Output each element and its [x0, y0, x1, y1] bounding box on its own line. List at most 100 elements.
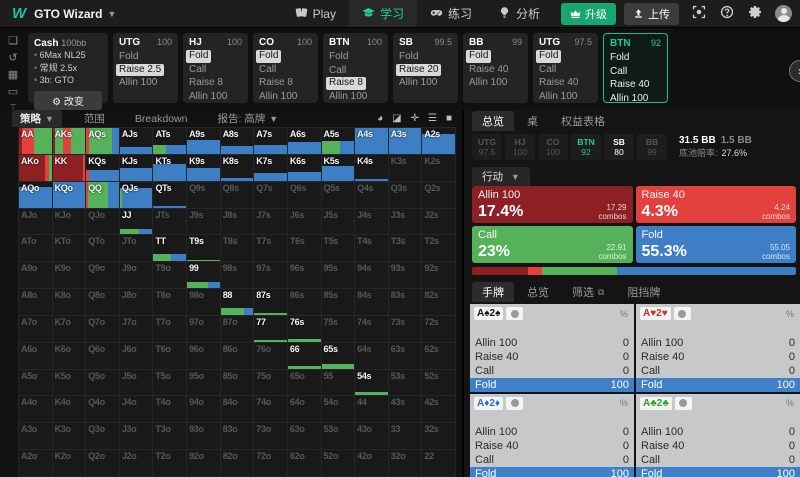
history-box-co[interactable]: CO100FoldCallRaise 8Allin 100 [253, 33, 318, 103]
matrix-cell-J5s[interactable]: J5s [322, 209, 355, 235]
matrix-cell-88[interactable]: 88 [221, 289, 254, 315]
save-icon[interactable]: ▦ [8, 69, 18, 82]
overview-tab-2[interactable]: 权益表格 [551, 111, 615, 131]
matrix-cell-J4o[interactable]: J4o [120, 396, 153, 422]
matrix-cell-65s[interactable]: 65s [322, 343, 355, 369]
upload-button[interactable]: 上传 [624, 3, 679, 25]
app-title[interactable]: GTO Wizard [34, 7, 102, 21]
matrix-cell-32s[interactable]: 32s [422, 423, 455, 449]
matrix-cell-86s[interactable]: 86s [288, 289, 321, 315]
matrix-cell-75o[interactable]: 75o [254, 370, 287, 396]
matrix-cell-KTo[interactable]: KTo [53, 235, 86, 261]
matrix-cell-Q2o[interactable]: Q2o [86, 450, 119, 476]
matrix-cell-JTo[interactable]: JTo [120, 235, 153, 261]
matrix-cell-J5o[interactable]: J5o [120, 370, 153, 396]
matrix-tab-2[interactable]: Breakdown [127, 112, 196, 126]
matrix-cell-52s[interactable]: 52s [422, 370, 455, 396]
matrix-cell-43s[interactable]: 43s [389, 396, 422, 422]
action-option[interactable]: Fold [329, 51, 348, 62]
matrix-cell-J7o[interactable]: J7o [120, 316, 153, 342]
matrix-cell-85o[interactable]: 85o [221, 370, 254, 396]
matrix-cell-J7s[interactable]: J7s [254, 209, 287, 235]
position-indicator-co[interactable]: CO100 [538, 134, 568, 160]
matrix-cell-74s[interactable]: 74s [355, 316, 388, 342]
matrix-cell-82s[interactable]: 82s [422, 289, 455, 315]
square-icon[interactable]: ■ [446, 113, 452, 124]
matrix-cell-A8s[interactable]: A8s [221, 128, 254, 154]
matrix-cell-A4o[interactable]: A4o [19, 396, 52, 422]
history-box-utg[interactable]: UTG100FoldRaise 2.5Allin 100 [113, 33, 178, 103]
matrix-cell-J8o[interactable]: J8o [120, 289, 153, 315]
matrix-cell-Q8s[interactable]: Q8s [221, 182, 254, 208]
matrix-cell-99[interactable]: 99 [187, 262, 220, 288]
matrix-cell-AA[interactable]: AA [19, 128, 52, 154]
matrix-cell-T5s[interactable]: T5s [322, 235, 355, 261]
matrix-cell-A5o[interactable]: A5o [19, 370, 52, 396]
matrix-cell-Q9o[interactable]: Q9o [86, 262, 119, 288]
position-indicator-utg[interactable]: UTG97.5 [472, 134, 502, 160]
matrix-cell-72s[interactable]: 72s [422, 316, 455, 342]
matrix-cell-Q3s[interactable]: Q3s [389, 182, 422, 208]
position-indicator-hj[interactable]: HJ100 [505, 134, 535, 160]
matrix-cell-43o[interactable]: 43o [355, 423, 388, 449]
hand-tab-3[interactable]: 阻挡牌 [617, 282, 670, 302]
matrix-cell-KJs[interactable]: KJs [120, 155, 153, 181]
action-option[interactable]: Call [610, 66, 627, 77]
matrix-cell-92o[interactable]: 92o [187, 450, 220, 476]
action-option[interactable]: Raise 8 [326, 77, 366, 90]
action-option[interactable]: Allin 100 [539, 91, 577, 102]
matrix-cell-87o[interactable]: 87o [221, 316, 254, 342]
action-option[interactable]: Fold [186, 50, 211, 63]
matrix-cell-J6o[interactable]: J6o [120, 343, 153, 369]
matrix-cell-K7s[interactable]: K7s [254, 155, 287, 181]
action-option[interactable]: Fold [536, 50, 561, 63]
matrix-cell-A7o[interactable]: A7o [19, 316, 52, 342]
matrix-cell-QQ[interactable]: QQ [86, 182, 119, 208]
matrix-cell-22[interactable]: 22 [422, 450, 455, 476]
matrix-cell-K8s[interactable]: K8s [221, 155, 254, 181]
matrix-cell-55[interactable]: 55 [322, 370, 355, 396]
matrix-cell-AKs[interactable]: AKs [53, 128, 86, 154]
matrix-cell-73o[interactable]: 73o [254, 423, 287, 449]
matrix-cell-T3o[interactable]: T3o [153, 423, 186, 449]
matrix-cell-A2s[interactable]: A2s [422, 128, 455, 154]
matrix-cell-AQo[interactable]: AQo [19, 182, 52, 208]
matrix-cell-J4s[interactable]: J4s [355, 209, 388, 235]
scroll-right-button[interactable]: › [789, 60, 800, 82]
matrix-cell-87s[interactable]: 87s [254, 289, 287, 315]
matrix-cell-J2o[interactable]: J2o [120, 450, 153, 476]
action-dropdown[interactable]: 行动 ▼ [472, 167, 530, 186]
action-option[interactable]: Allin 100 [399, 77, 437, 88]
matrix-cell-64o[interactable]: 64o [288, 396, 321, 422]
matrix-cell-J9s[interactable]: J9s [187, 209, 220, 235]
action-option[interactable]: Raise 8 [259, 77, 293, 88]
matrix-cell-J3o[interactable]: J3o [120, 423, 153, 449]
action-option[interactable]: Fold [399, 51, 418, 62]
matrix-cell-K5s[interactable]: K5s [322, 155, 355, 181]
matrix-cell-K3s[interactable]: K3s [389, 155, 422, 181]
action-summary-raise-40[interactable]: Raise 404.3%4.24combos [636, 186, 797, 223]
matrix-cell-A6o[interactable]: A6o [19, 343, 52, 369]
matrix-cell-Q2s[interactable]: Q2s [422, 182, 455, 208]
matrix-cell-62o[interactable]: 62o [288, 450, 321, 476]
matrix-cell-95s[interactable]: 95s [322, 262, 355, 288]
position-indicator-btn[interactable]: BTN92 [571, 134, 601, 160]
position-indicator-sb[interactable]: SB80 [604, 134, 634, 160]
matrix-cell-92s[interactable]: 92s [422, 262, 455, 288]
change-settings-button[interactable]: ⚙ 改变 [34, 91, 102, 110]
matrix-cell-T8o[interactable]: T8o [153, 289, 186, 315]
nav-item-分析[interactable]: 分析 [485, 0, 553, 27]
matrix-cell-K5o[interactable]: K5o [53, 370, 86, 396]
matrix-cell-JTs[interactable]: JTs [153, 209, 186, 235]
matrix-cell-T9o[interactable]: T9o [153, 262, 186, 288]
matrix-cell-42o[interactable]: 42o [355, 450, 388, 476]
action-option[interactable]: Raise 20 [396, 64, 441, 77]
matrix-cell-52o[interactable]: 52o [322, 450, 355, 476]
matrix-cell-J9o[interactable]: J9o [120, 262, 153, 288]
matrix-cell-J8s[interactable]: J8s [221, 209, 254, 235]
matrix-cell-72o[interactable]: 72o [254, 450, 287, 476]
matrix-cell-T7o[interactable]: T7o [153, 316, 186, 342]
matrix-cell-Q4o[interactable]: Q4o [86, 396, 119, 422]
action-summary-allin-100[interactable]: Allin 10017.4%17.29combos [472, 186, 633, 223]
matrix-cell-AJs[interactable]: AJs [120, 128, 153, 154]
